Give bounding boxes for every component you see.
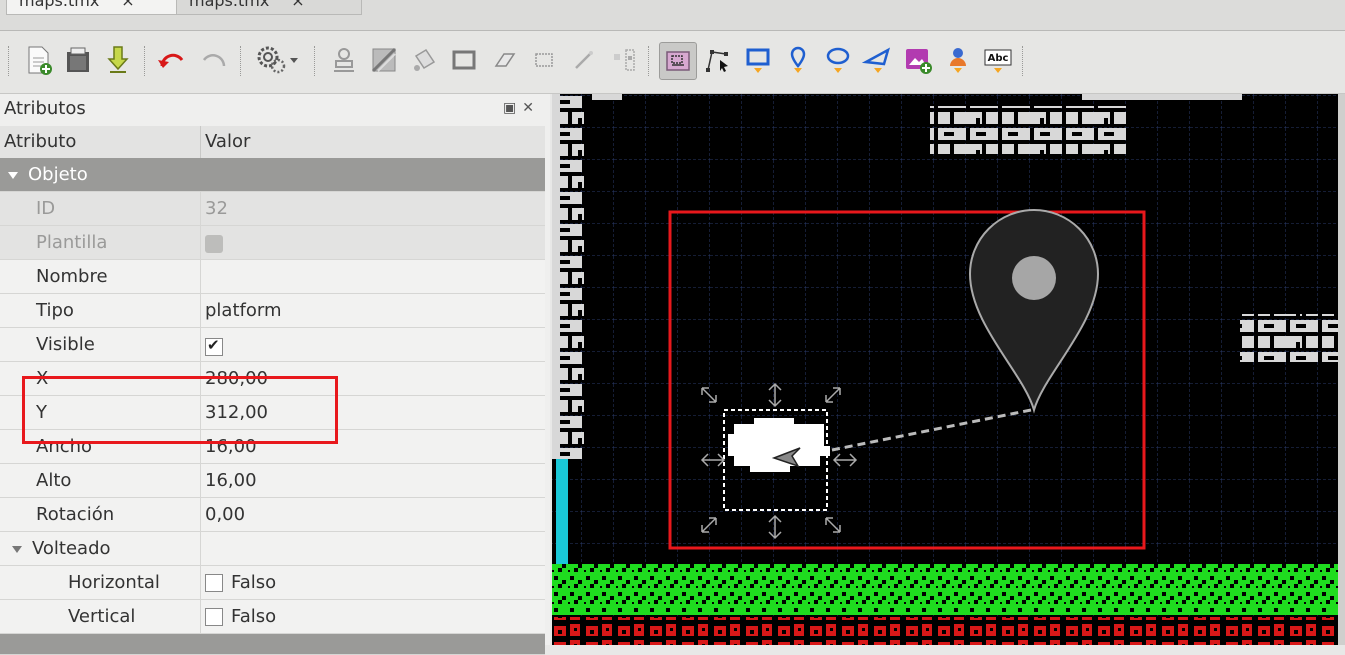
stamp-icon[interactable]	[326, 42, 362, 78]
close-icon[interactable]: ×	[291, 0, 304, 10]
map-canvas[interactable]	[552, 94, 1345, 645]
text-tool-label: Abc	[988, 53, 1009, 64]
green-ground-edge	[552, 612, 1345, 615]
property-row-name[interactable]: Nombre	[0, 260, 545, 294]
brick-strip-top	[1082, 94, 1242, 100]
property-label: Plantilla	[36, 232, 108, 253]
insert-polygon-icon[interactable]	[860, 42, 896, 78]
rect-select-icon[interactable]	[526, 42, 562, 78]
panel-buttons: ▣✕	[503, 100, 540, 116]
edit-polygons-icon[interactable]	[700, 42, 736, 78]
toolbar-separator	[144, 46, 149, 76]
undo-icon[interactable]	[154, 42, 190, 78]
visible-checkbox[interactable]	[205, 336, 223, 356]
panel-title: Atributos	[4, 98, 86, 119]
toolbar-separator	[314, 46, 319, 76]
property-label: Rotación	[36, 504, 115, 525]
red-ground	[552, 617, 1345, 645]
select-same-tile-icon[interactable]	[606, 42, 642, 78]
brick-wall-left	[552, 94, 606, 459]
cyan-wall	[556, 459, 568, 564]
group-flip-label: Volteado	[32, 538, 111, 559]
property-value: Falso	[231, 606, 277, 627]
chevron-down-icon[interactable]	[8, 171, 18, 179]
toolbar-separator	[240, 46, 245, 76]
property-value: 32	[205, 198, 228, 219]
property-label: Nombre	[36, 266, 108, 287]
eraser-icon[interactable]	[486, 42, 522, 78]
template-reset-icon[interactable]	[205, 235, 223, 253]
select-objects-icon[interactable]	[659, 42, 697, 80]
insert-rectangle-icon[interactable]	[740, 42, 776, 78]
value-column-header[interactable]: Valor	[205, 131, 250, 152]
tab-maps-2[interactable]: maps.tmx ×	[176, 0, 362, 15]
save-icon[interactable]	[100, 42, 136, 78]
bucket-fill-icon[interactable]	[406, 42, 442, 78]
property-label: Horizontal	[68, 572, 160, 593]
property-row-id: ID 32	[0, 192, 545, 226]
float-panel-icon[interactable]: ▣	[503, 100, 522, 116]
group-object[interactable]: Objeto	[0, 158, 545, 192]
green-ground	[552, 564, 1345, 614]
open-file-icon[interactable]	[60, 42, 96, 78]
annotation-highlight-box	[22, 376, 338, 444]
group-flip[interactable]: Volteado	[0, 532, 545, 566]
close-icon[interactable]: ×	[121, 0, 134, 10]
toolbar-separator	[648, 46, 653, 76]
terrain-icon[interactable]	[366, 42, 402, 78]
main-toolbar: Abc	[0, 31, 1345, 94]
property-value[interactable]: platform	[205, 300, 281, 321]
vertical-scrollbar[interactable]	[1338, 94, 1345, 645]
tab-label: maps.tmx	[189, 0, 270, 10]
property-row-template: Plantilla	[0, 226, 545, 260]
new-file-icon[interactable]	[20, 42, 56, 78]
flip-horizontal-checkbox[interactable]	[205, 574, 223, 592]
property-row-type[interactable]: Tipo platform	[0, 294, 545, 328]
insert-ellipse-icon[interactable]	[820, 42, 856, 78]
flip-vertical-checkbox[interactable]	[205, 608, 223, 626]
tab-bar: maps.tmx × maps.tmx ×	[0, 0, 1345, 31]
wall-edge	[552, 94, 560, 459]
group-object-label: Objeto	[28, 164, 88, 185]
property-row-visible[interactable]: Visible	[0, 328, 545, 362]
property-label: ID	[36, 198, 56, 219]
property-value[interactable]: 0,00	[205, 504, 245, 525]
shape-fill-icon[interactable]	[446, 42, 482, 78]
property-label: Visible	[36, 334, 95, 355]
property-row-rotation[interactable]: Rotación 0,00	[0, 498, 545, 532]
attribute-column-header[interactable]: Atributo	[4, 131, 76, 152]
property-label: Alto	[36, 470, 72, 491]
commands-icon[interactable]	[252, 42, 304, 78]
property-row-flip-vertical[interactable]: Vertical Falso	[0, 600, 545, 634]
magic-wand-icon[interactable]	[566, 42, 602, 78]
property-label: Vertical	[68, 606, 136, 627]
property-row-flip-horizontal[interactable]: Horizontal Falso	[0, 566, 545, 600]
property-label: Tipo	[36, 300, 74, 321]
properties-panel: Atributos ▣✕ Atributo Valor Objeto ID 32…	[0, 94, 550, 655]
redo-icon[interactable]	[196, 42, 232, 78]
toolbar-separator	[1022, 46, 1027, 76]
tab-label: maps.tmx	[19, 0, 100, 10]
insert-tile-icon[interactable]	[900, 42, 936, 78]
insert-point-icon[interactable]	[780, 42, 816, 78]
brick-strip-top-left	[592, 94, 622, 100]
brick-platform-right	[1240, 314, 1345, 362]
tab-maps-1[interactable]: maps.tmx ×	[6, 0, 188, 15]
insert-text-icon[interactable]: Abc	[980, 42, 1016, 78]
brick-platform-top	[930, 106, 1130, 154]
toolbar-separator	[8, 46, 13, 76]
chevron-down-icon[interactable]	[12, 545, 22, 553]
property-value: Falso	[231, 572, 277, 593]
properties-header: Atributo Valor	[0, 126, 545, 159]
insert-template-icon[interactable]	[940, 42, 976, 78]
property-value[interactable]: 16,00	[205, 470, 257, 491]
map-view[interactable]	[552, 94, 1345, 645]
close-panel-icon[interactable]: ✕	[522, 100, 540, 116]
property-row-height[interactable]: Alto 16,00	[0, 464, 545, 498]
